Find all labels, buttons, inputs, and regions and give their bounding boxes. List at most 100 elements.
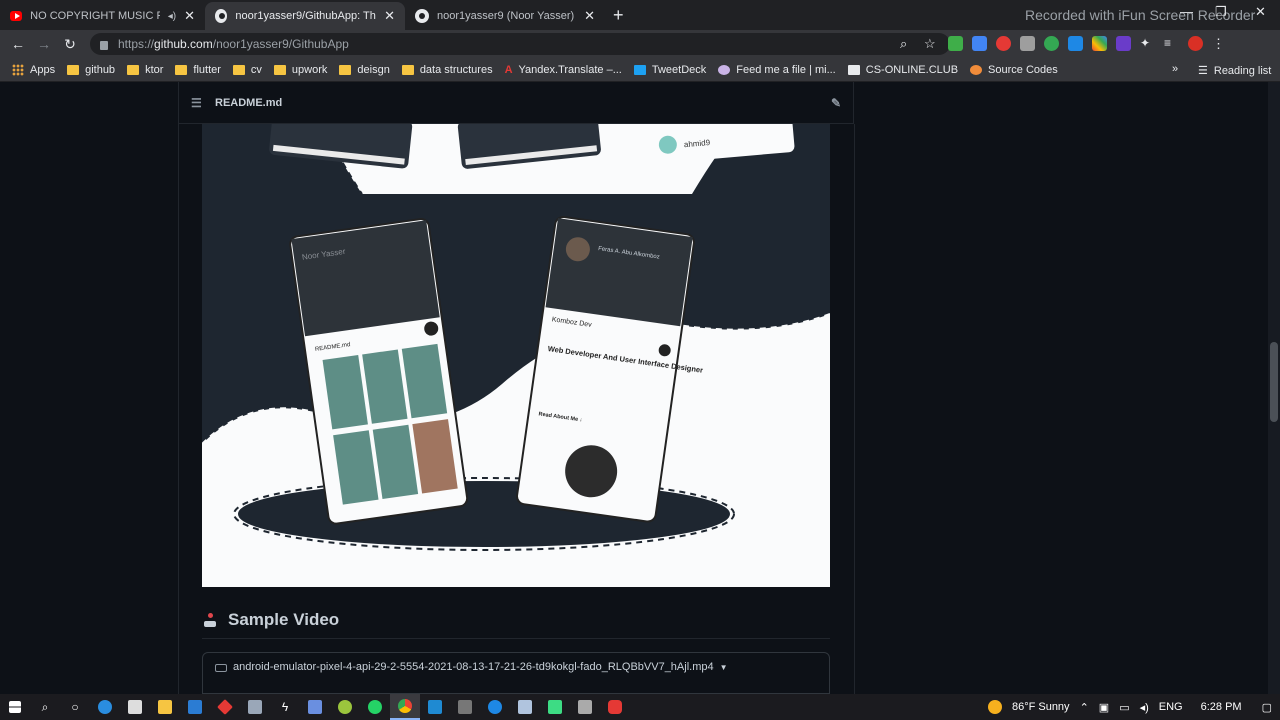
- folder-icon: [67, 64, 80, 75]
- scrollbar-thumb[interactable]: [1270, 342, 1278, 422]
- terminal-icon[interactable]: ϟ: [270, 694, 300, 720]
- youtube-icon: [10, 11, 23, 21]
- chevron-down-icon[interactable]: ▼: [720, 663, 728, 672]
- puzzle-icon[interactable]: ✦: [1140, 36, 1155, 51]
- recorder-icon[interactable]: [600, 694, 630, 720]
- file-explorer-icon[interactable]: [150, 694, 180, 720]
- app-icon[interactable]: [330, 694, 360, 720]
- app-icon[interactable]: [510, 694, 540, 720]
- bookmark-feed[interactable]: Feed me a file | mi...: [718, 64, 836, 76]
- store-icon[interactable]: [120, 694, 150, 720]
- speaker-icon[interactable]: ◂): [168, 11, 176, 22]
- playlist-icon[interactable]: ≡: [1164, 36, 1179, 51]
- android-studio-icon[interactable]: [540, 694, 570, 720]
- video-camera-icon: [215, 664, 227, 672]
- forward-icon[interactable]: →: [31, 36, 57, 52]
- app-icon[interactable]: [450, 694, 480, 720]
- extension-icon[interactable]: [1044, 36, 1059, 51]
- chevron-up-icon[interactable]: ⌃: [1080, 701, 1089, 714]
- avatar[interactable]: [1188, 36, 1203, 51]
- section-heading: Sample Video: [202, 610, 339, 630]
- new-tab-button[interactable]: +: [613, 5, 624, 26]
- minimize-icon[interactable]: —: [1180, 4, 1193, 19]
- bookmarks-overflow-button[interactable]: »: [1172, 63, 1178, 75]
- mail-icon[interactable]: [180, 694, 210, 720]
- edge-icon[interactable]: [90, 694, 120, 720]
- video-attachment[interactable]: android-emulator-pixel-4-api-29-2-5554-2…: [202, 652, 830, 694]
- folder-icon: [127, 64, 140, 75]
- back-icon[interactable]: ←: [5, 36, 31, 52]
- tab-youtube[interactable]: NO COPYRIGHT MUSIC FOR ◂) ✕: [0, 2, 205, 30]
- page-scrollbar[interactable]: [1268, 82, 1280, 694]
- bookmark-apps[interactable]: Apps: [12, 63, 55, 76]
- bookmark-cv[interactable]: cv: [232, 63, 262, 76]
- notifications-icon[interactable]: ▢: [1262, 701, 1272, 714]
- cortana-icon[interactable]: ○: [60, 694, 90, 720]
- bookmark-label: github: [85, 63, 116, 76]
- app-icon[interactable]: [210, 694, 240, 720]
- camera-icon[interactable]: [1020, 36, 1035, 51]
- extension-icon[interactable]: [948, 36, 963, 51]
- bookmark-github[interactable]: github: [67, 64, 115, 76]
- bookmark-upwork[interactable]: upwork: [273, 64, 327, 76]
- tray-icon[interactable]: ▣: [1099, 701, 1109, 714]
- search-icon[interactable]: ⌕: [30, 694, 60, 720]
- bookmark-label: flutter: [193, 63, 221, 76]
- bookmark-source-codes[interactable]: Source Codes: [970, 64, 1058, 76]
- bookmark-yandex[interactable]: A Yandex.Translate –...: [505, 64, 622, 76]
- tab-title: noor1yasser9/GithubApp: The M: [235, 10, 376, 22]
- bookmark-deisgn[interactable]: deisgn: [339, 64, 390, 76]
- extensions-area: ⌕ ☆ ✦ ≡ ⋮: [900, 36, 1227, 51]
- bookmark-label: data structures: [419, 63, 493, 76]
- tab-githubapp[interactable]: noor1yasser9/GithubApp: The M ✕: [205, 2, 405, 30]
- close-tab-icon[interactable]: ✕: [384, 8, 395, 24]
- close-tab-icon[interactable]: ✕: [584, 8, 595, 24]
- app-icon[interactable]: [300, 694, 330, 720]
- bookmark-data-structures[interactable]: data structures: [401, 63, 493, 76]
- file-border-right: [854, 124, 855, 694]
- weather-text[interactable]: 86°F Sunny: [1012, 701, 1070, 713]
- bookmark-ktor[interactable]: ktor: [127, 64, 163, 76]
- app-icon[interactable]: [570, 694, 600, 720]
- extension-icon[interactable]: [996, 36, 1011, 51]
- tab-profile[interactable]: noor1yasser9 (Noor Yasser) ✕: [405, 2, 605, 30]
- close-tab-icon[interactable]: ✕: [184, 8, 195, 24]
- bookmarks-bar: Apps github ktor flutter cv upwork deisg…: [0, 58, 1280, 82]
- volume-icon[interactable]: ◂): [1140, 701, 1149, 714]
- app-icon[interactable]: [480, 694, 510, 720]
- bookmark-label: Yandex.Translate –...: [518, 63, 622, 76]
- extension-icon[interactable]: [1116, 36, 1131, 51]
- folder-icon: [401, 64, 414, 75]
- search-icon[interactable]: ⌕: [900, 36, 915, 51]
- reload-icon[interactable]: ↻: [57, 36, 83, 53]
- bookmark-tweetdeck[interactable]: TweetDeck: [633, 63, 707, 76]
- restore-icon[interactable]: ❐: [1215, 4, 1227, 20]
- video-filename[interactable]: android-emulator-pixel-4-api-29-2-5554-2…: [233, 661, 714, 673]
- readme-image: ahmid9 Noor Yasser README.md Feras A. Ab: [202, 124, 830, 587]
- vscode-icon[interactable]: [420, 694, 450, 720]
- windows-icon: [9, 701, 21, 713]
- reading-list-button[interactable]: ☰ Reading list: [1198, 64, 1271, 78]
- folder-icon: [232, 64, 245, 75]
- close-window-icon[interactable]: ✕: [1255, 4, 1266, 20]
- extension-icon[interactable]: [1092, 36, 1107, 51]
- pencil-icon[interactable]: ✎: [831, 96, 841, 110]
- chrome-icon[interactable]: [390, 694, 420, 720]
- bookmark-label: cv: [250, 63, 262, 76]
- bookmark-flutter[interactable]: flutter: [175, 64, 221, 76]
- menu-icon[interactable]: ⋮: [1212, 36, 1227, 51]
- translate-icon[interactable]: [972, 36, 987, 51]
- address-bar[interactable]: https://github.com/noor1yasser9/GithubAp…: [90, 33, 950, 55]
- bookmark-label: TweetDeck: [651, 63, 707, 76]
- network-icon[interactable]: ▭: [1119, 701, 1129, 714]
- language-indicator[interactable]: ENG: [1159, 701, 1183, 713]
- start-button[interactable]: [0, 694, 30, 720]
- list-icon[interactable]: ☰: [191, 96, 203, 110]
- clock[interactable]: 6:28 PM: [1201, 701, 1242, 713]
- whatsapp-icon[interactable]: [360, 694, 390, 720]
- extension-icon[interactable]: [1068, 36, 1083, 51]
- page-content: ☰ README.md ✎ ahmid9 Noor Yasser README.…: [0, 82, 1268, 694]
- bookmark-star-icon[interactable]: ☆: [924, 36, 939, 51]
- bookmark-cs-online[interactable]: CS-ONLINE.CLUB: [847, 64, 958, 76]
- dropbox-icon[interactable]: [240, 694, 270, 720]
